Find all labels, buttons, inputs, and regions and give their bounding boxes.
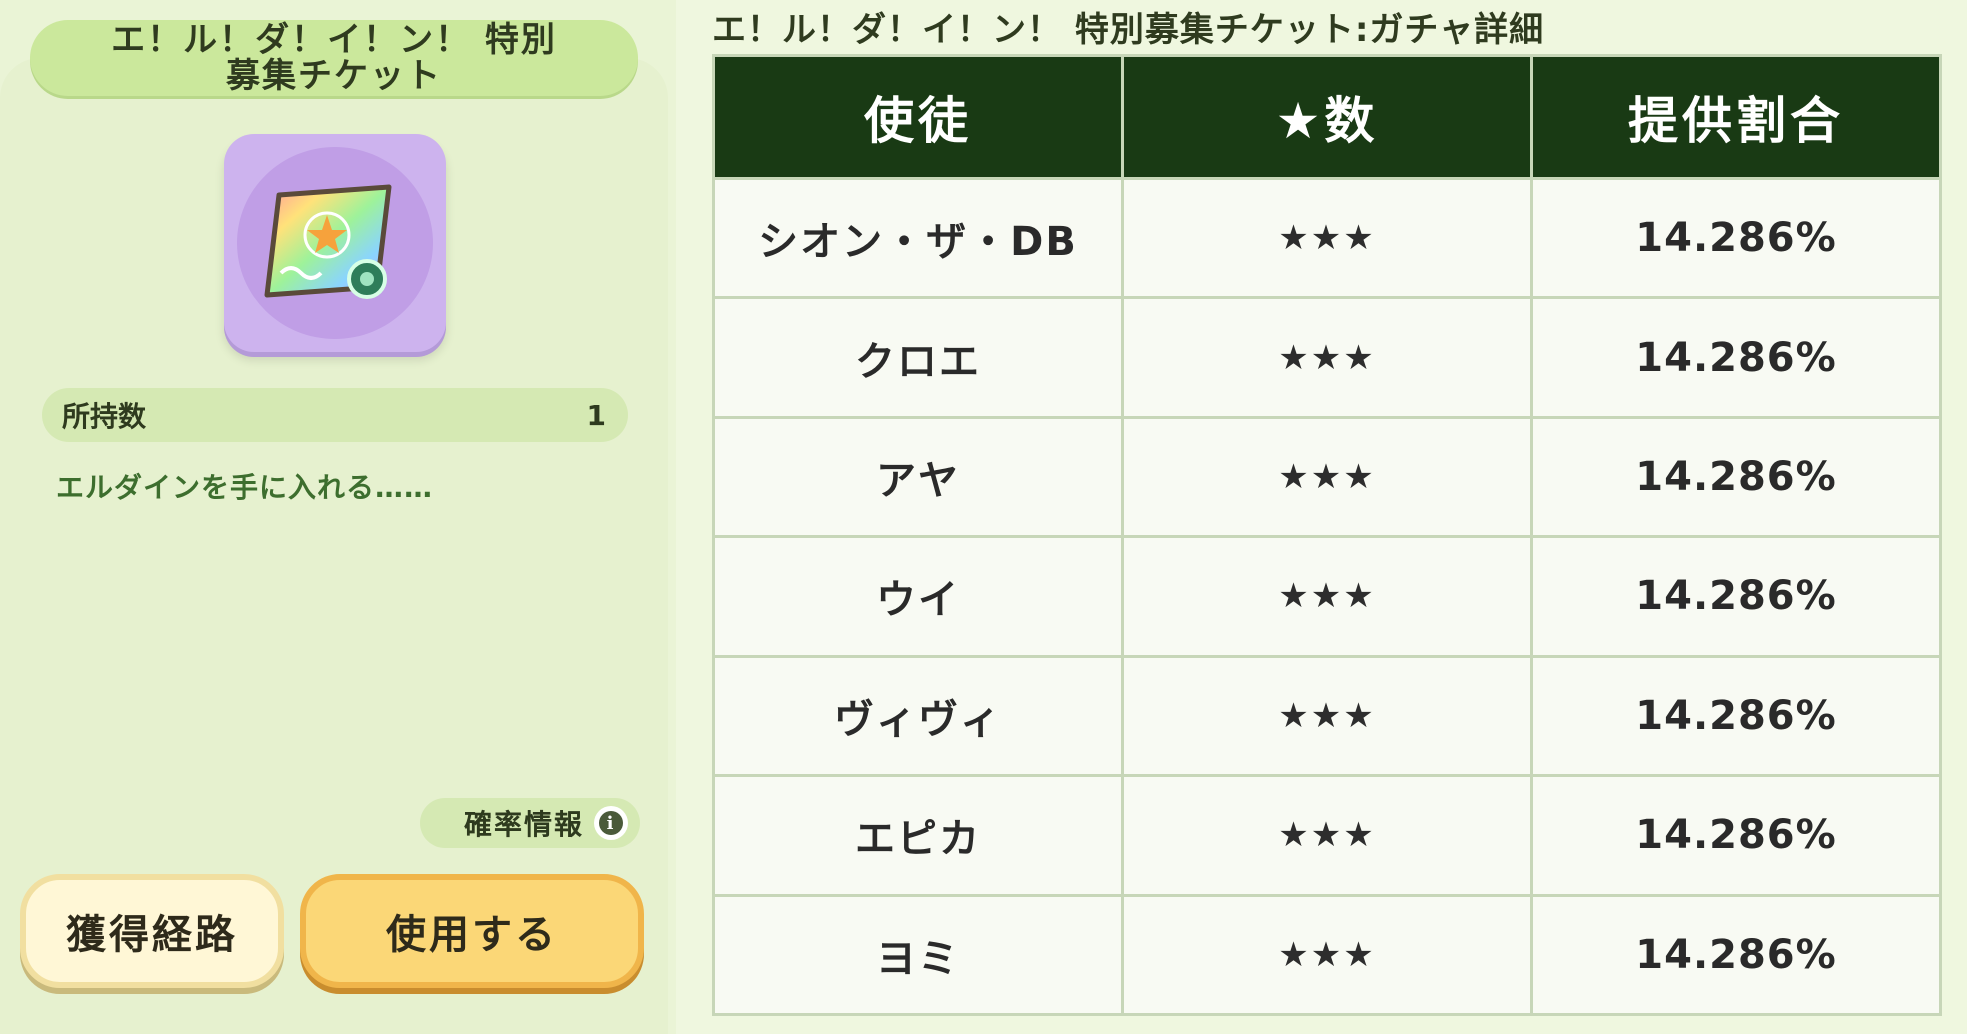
table-row: アヤ ★★★ 14.286% [712,415,1942,539]
table-row: ヨミ ★★★ 14.286% [712,893,1942,1017]
drop-rate: 14.286% [1530,415,1942,539]
item-icon-circle [237,147,433,339]
star-rating: ★★★ [1121,535,1533,658]
acquisition-route-label: 獲得経路 [66,912,238,958]
use-button[interactable]: 使用する [300,874,644,988]
column-header-rate: 提供割合 [1530,54,1942,180]
character-name: ヴィヴィ [712,654,1124,778]
character-name: クロエ [712,296,1124,419]
character-name: シオン・ザ・DB [712,176,1124,300]
owned-count-value: 1 [586,398,606,432]
info-icon-glyph: i [599,811,623,835]
item-icon-frame [224,134,446,352]
table-row: ヴィヴィ ★★★ 14.286% [712,654,1942,778]
rainbow-ticket-icon [264,184,392,299]
star-rating: ★★★ [1121,893,1533,1017]
table-row: シオン・ザ・DB ★★★ 14.286% [712,176,1942,300]
character-name: アヤ [712,415,1124,539]
drop-rate: 14.286% [1530,176,1942,300]
column-header-name: 使徒 [712,54,1124,180]
probability-info-label: 確率情報 [463,808,584,841]
info-icon: i [594,806,628,840]
table-row: エピカ ★★★ 14.286% [712,774,1942,897]
star-rating: ★★★ [1121,176,1533,300]
table-header-row: 使徒 ★数 提供割合 [712,54,1942,180]
star-rating: ★★★ [1121,774,1533,897]
table-row: クロエ ★★★ 14.286% [712,296,1942,419]
character-name: エピカ [712,774,1124,897]
drop-rate: 14.286% [1530,774,1942,897]
drop-rate: 14.286% [1530,535,1942,658]
item-title-banner: エ！ル！ダ！イ！ン！ 特別募集チケット [30,20,638,96]
item-detail-panel: エ！ル！ダ！イ！ン！ 特別募集チケット 所持数 1 エルダインを手に入れる…… … [0,0,677,1034]
use-button-label: 使用する [386,912,558,958]
star-rating: ★★★ [1121,654,1533,778]
star-rating: ★★★ [1121,415,1533,539]
probability-info-button[interactable]: 確率情報 i [420,798,640,848]
column-header-stars: ★数 [1121,54,1533,180]
gacha-detail-panel: エ！ル！ダ！イ！ン！ 特別募集チケット:ガチャ詳細 使徒 ★数 提供割合 シオン… [676,0,1967,1034]
item-description: エルダインを手に入れる…… [56,471,434,504]
star-rating: ★★★ [1121,296,1533,419]
character-name: ウイ [712,535,1124,658]
table-row: ウイ ★★★ 14.286% [712,535,1942,658]
character-name: ヨミ [712,893,1124,1017]
drop-rate: 14.286% [1530,654,1942,778]
acquisition-route-button[interactable]: 獲得経路 [20,874,284,988]
owned-count-row: 所持数 1 [42,388,628,442]
gacha-detail-title: エ！ル！ダ！イ！ン！ 特別募集チケット:ガチャ詳細 [712,10,1545,50]
drop-rate: 14.286% [1530,893,1942,1017]
item-title: エ！ル！ダ！イ！ン！ 特別募集チケット [111,20,557,96]
owned-count-label: 所持数 [62,400,147,433]
gacha-rate-table: 使徒 ★数 提供割合 シオン・ザ・DB ★★★ 14.286% クロエ ★★★ … [712,54,1942,1017]
drop-rate: 14.286% [1530,296,1942,419]
